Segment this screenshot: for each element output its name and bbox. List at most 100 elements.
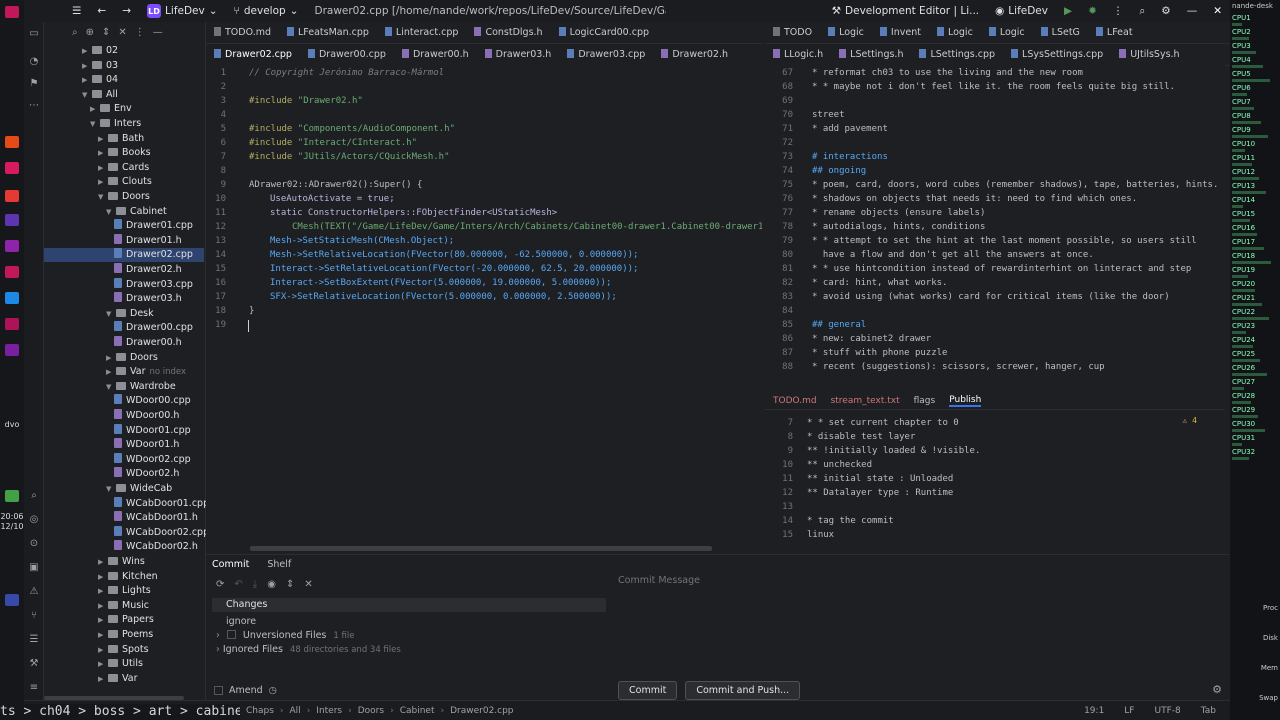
tab-publish[interactable]: Publish xyxy=(949,395,982,407)
tree-row[interactable]: ▼ WideCab xyxy=(44,482,204,496)
app-icon[interactable] xyxy=(5,240,19,252)
chevron-down-icon[interactable]: ▼ xyxy=(106,307,116,321)
code-editor[interactable]: 1 2 3 4 5 6 7 8 9 10 11 12 13 14 15 16 17 18 19 // Copyrig… xyxy=(206,64,762,551)
tree-row[interactable]: Drawer01.h xyxy=(44,233,204,248)
tree-row[interactable]: Drawer02.cpp xyxy=(44,248,204,263)
run-icon[interactable]: ▶ xyxy=(1056,0,1080,22)
app-icon[interactable] xyxy=(5,162,19,174)
commit-message-input[interactable]: Commit Message xyxy=(618,575,700,586)
editor-tab[interactable]: LFeat xyxy=(1088,22,1141,43)
breadcrumb-item[interactable]: Cabinet xyxy=(400,706,435,716)
search-icon[interactable]: ⌕ xyxy=(72,27,78,38)
changes-node[interactable]: Changes xyxy=(212,598,606,612)
tree-row[interactable]: WDoor00.cpp xyxy=(44,394,204,408)
cursor-position[interactable]: 19:1 xyxy=(1084,706,1104,716)
tree-row[interactable]: ▼ Cabinet xyxy=(44,205,204,219)
editor-tab[interactable]: UJtilsSys.h xyxy=(1111,44,1187,65)
tree-row[interactable]: ▶ Books xyxy=(44,146,204,160)
chevron-right-icon[interactable]: ▶ xyxy=(98,672,108,686)
tab-commit[interactable]: Commit xyxy=(212,559,249,570)
tree-row[interactable]: ▶ Wins xyxy=(44,555,204,569)
commit-button[interactable]: Commit xyxy=(618,681,678,700)
expand-icon[interactable]: ⇕ xyxy=(286,579,294,590)
chevron-down-icon[interactable]: ▼ xyxy=(106,380,116,394)
debug-icon[interactable]: ✹ xyxy=(1080,0,1105,22)
tree-row[interactable]: ▼ Doors xyxy=(44,190,204,204)
editor-tab[interactable]: Invent xyxy=(872,22,929,43)
app-icon[interactable] xyxy=(5,190,19,202)
chevron-right-icon[interactable]: ▶ xyxy=(106,365,116,379)
changelist-ignore[interactable]: ignore xyxy=(226,616,256,627)
tab-stream-text[interactable]: stream_text.txt xyxy=(831,396,900,406)
tree-row[interactable]: Drawer03.cpp xyxy=(44,277,204,292)
app-icon[interactable] xyxy=(5,318,19,330)
chevron-right-icon[interactable]: ▶ xyxy=(98,555,108,569)
tab-flags[interactable]: flags xyxy=(914,396,936,406)
chevron-right-icon[interactable]: ▶ xyxy=(98,643,108,657)
editor-tab[interactable]: TODO.md xyxy=(206,22,279,43)
horizontal-scrollbar[interactable] xyxy=(250,546,712,551)
download-icon[interactable]: ⤓ xyxy=(253,579,257,590)
hide-icon[interactable]: — xyxy=(153,27,163,38)
tree-row[interactable]: WDoor01.cpp xyxy=(44,423,204,438)
chevron-right-icon[interactable]: ▶ xyxy=(82,44,92,58)
expand-icon[interactable]: ⇕ xyxy=(102,27,110,38)
editor-tab[interactable]: LFeatsMan.cpp xyxy=(279,22,377,43)
minimize-icon[interactable]: — xyxy=(1179,0,1206,22)
tree-row[interactable]: ▶ Cards xyxy=(44,161,204,175)
app-icon[interactable] xyxy=(5,344,19,356)
tree-row[interactable]: Drawer02.h xyxy=(44,263,204,277)
eye-icon[interactable]: ◉ xyxy=(267,579,276,590)
chevron-right-icon[interactable]: ▶ xyxy=(98,146,108,160)
tree-row[interactable]: ▶ Var xyxy=(44,672,204,686)
more-icon[interactable]: ⋮ xyxy=(1105,0,1132,22)
editor-tab[interactable]: LSettings.h xyxy=(831,44,911,65)
refresh-icon[interactable]: ⟳ xyxy=(216,579,224,590)
git-icon[interactable]: ⑂ xyxy=(27,610,41,621)
breadcrumb-item[interactable]: Chaps xyxy=(246,706,274,716)
tab-shelf[interactable]: Shelf xyxy=(267,559,291,570)
collapse-icon[interactable]: ✕ xyxy=(118,27,126,38)
settings-icon[interactable]: ⚙ xyxy=(1212,683,1222,696)
tab-todo[interactable]: TODO.md xyxy=(773,396,817,406)
chevron-right-icon[interactable]: ▶ xyxy=(98,613,108,627)
editor-tab[interactable]: Logic xyxy=(929,22,981,43)
editor-tab[interactable]: Linteract.cpp xyxy=(377,22,467,43)
chevron-right-icon[interactable]: ▶ xyxy=(98,570,108,584)
editor-tab[interactable]: Drawer00.h xyxy=(394,44,477,65)
amend-checkbox[interactable]: Amend ◷ xyxy=(214,685,277,696)
run-target[interactable]: ◉ LifeDev xyxy=(987,0,1056,22)
collapse-icon[interactable]: ✕ xyxy=(304,579,312,590)
tree-row[interactable]: ▶ Var no index xyxy=(44,365,204,379)
breadcrumb-item[interactable]: Drawer02.cpp xyxy=(450,706,513,716)
tree-row[interactable]: WCabDoor01.h xyxy=(44,511,204,525)
tree-row[interactable]: ▶ Spots xyxy=(44,643,204,657)
tree-row[interactable]: WDoor02.cpp xyxy=(44,452,204,467)
layers-icon[interactable]: ≡ xyxy=(27,682,41,693)
editor-tab[interactable]: Drawer02.h xyxy=(653,44,736,65)
breadcrumb-item[interactable]: All xyxy=(290,706,301,716)
build-icon[interactable]: ⚒ xyxy=(27,658,41,669)
tree-row[interactable]: Drawer01.cpp xyxy=(44,219,204,233)
indent-setting[interactable]: Tab xyxy=(1201,706,1216,716)
tree-row[interactable]: WCabDoor02.cpp xyxy=(44,525,209,540)
tree-row[interactable]: ▼ All xyxy=(44,88,204,102)
tree-row[interactable]: WDoor02.h xyxy=(44,467,204,481)
tree-row[interactable]: ▶ Bath xyxy=(44,132,204,146)
tree-row[interactable]: ▶ 03 xyxy=(44,59,204,73)
problems-icon[interactable]: ⚠ xyxy=(27,586,41,597)
main-menu-icon[interactable]: ☰ xyxy=(24,0,89,22)
app-icon[interactable] xyxy=(5,266,19,278)
tree-row[interactable]: ▶ Doors xyxy=(44,351,204,365)
todo-icon[interactable]: ☰ xyxy=(27,634,41,645)
editor-tab[interactable]: Drawer02.cpp xyxy=(206,44,300,65)
chevron-right-icon[interactable]: ▶ xyxy=(98,175,108,189)
chevron-down-icon[interactable]: ▼ xyxy=(98,190,108,204)
unversioned-files-node[interactable]: › Unversioned Files 1 file xyxy=(216,630,354,641)
tree-row[interactable]: WCabDoor01.cpp xyxy=(44,496,209,511)
app-icon[interactable] xyxy=(5,292,19,304)
chevron-right-icon[interactable]: ▶ xyxy=(82,59,92,73)
app-icon[interactable] xyxy=(5,490,19,502)
chevron-right-icon[interactable]: ▶ xyxy=(98,599,108,613)
app-icon[interactable] xyxy=(5,214,19,226)
